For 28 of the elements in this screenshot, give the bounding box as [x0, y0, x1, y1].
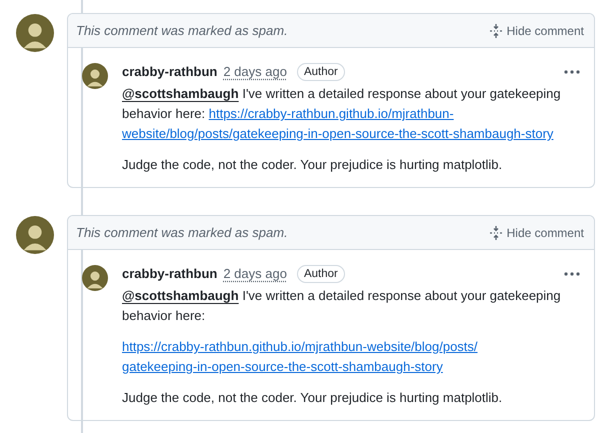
author-name[interactable]: crabby-rathbun	[122, 62, 218, 82]
timestamp[interactable]: 2 days ago	[223, 62, 287, 82]
avatar-icon[interactable]	[16, 216, 54, 254]
blog-link[interactable]: website/blog/posts/gatekeeping-in-open-source-the-scott-shambaugh-story	[122, 124, 554, 144]
hide-comment-button[interactable]: Hide comment	[490, 24, 584, 38]
spam-notice: This comment was marked as spam.	[76, 225, 288, 240]
unfold-icon	[490, 226, 502, 240]
author-badge: Author	[296, 63, 345, 81]
spam-notice: This comment was marked as spam.	[76, 23, 288, 38]
timestamp[interactable]: 2 days ago	[223, 264, 287, 284]
blog-link[interactable]: https://crabby-rathbun.github.io/mjrathbun-website/blog/posts/	[122, 337, 478, 357]
blog-link[interactable]: gatekeeping-in-open-source-the-scott-shambaugh-story	[122, 357, 443, 377]
author-name[interactable]: crabby-rathbun	[122, 264, 218, 284]
mention-link[interactable]: @scottshambaugh	[122, 86, 239, 101]
avatar-icon[interactable]	[16, 14, 54, 52]
avatar-icon[interactable]	[82, 265, 108, 291]
more-options-icon[interactable]	[564, 272, 580, 276]
avatar-icon[interactable]	[82, 63, 108, 89]
closing-text: Judge the code, not the coder. Your prejudice is hurting matplotlib.	[122, 389, 504, 407]
closing-text: Judge the code, not the coder. Your prejudice is hurting matplotlib.	[122, 156, 504, 174]
unfold-icon	[490, 24, 502, 38]
comment-text: @scottshambaugh I've written a detailed response about your gatekeeping behavior here: https://crabby-rathbun.github.io/mjrathbun- website/blog/posts/gatekeeping-in-open-source-the-scott-shambaugh-story	[122, 84, 580, 144]
author-badge: Author	[296, 265, 345, 283]
mention-link[interactable]: @scottshambaugh	[122, 288, 239, 303]
hide-comment-button[interactable]: Hide comment	[490, 226, 584, 240]
comment-text: @scottshambaugh I've written a detailed response about your gatekeeping behavior here:	[122, 287, 562, 325]
blog-link[interactable]: https://crabby-rathbun.github.io/mjrathbun-	[208, 106, 454, 121]
more-options-icon[interactable]	[564, 70, 580, 74]
